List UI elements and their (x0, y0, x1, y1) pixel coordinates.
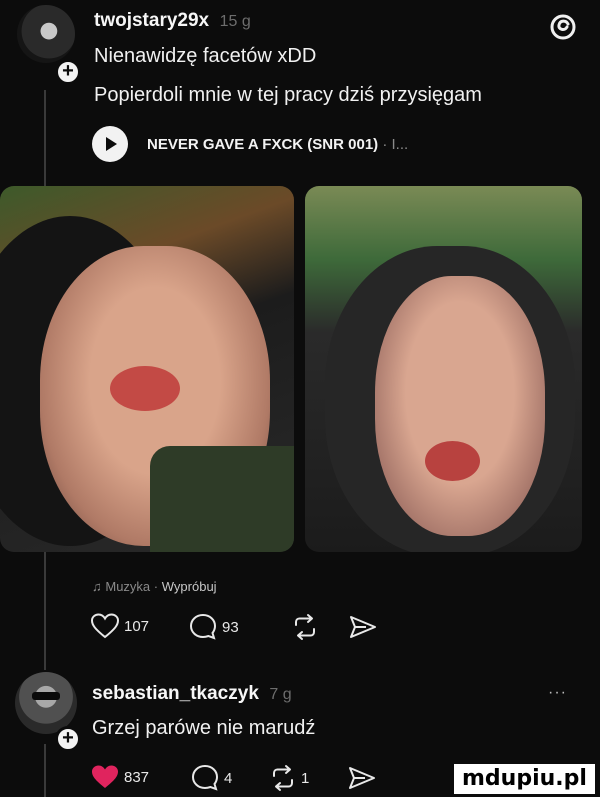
music-play-button[interactable] (92, 126, 128, 162)
play-icon (106, 137, 117, 151)
follow-plus-icon[interactable]: + (55, 726, 81, 752)
watermark: mdupiu.pl (454, 764, 595, 794)
sunglasses (32, 692, 60, 700)
repost-count: 1 (301, 769, 310, 787)
like-button[interactable]: 107 (90, 612, 149, 640)
send-icon (349, 767, 375, 789)
follow-plus-icon[interactable]: + (55, 59, 81, 85)
send-icon (350, 616, 376, 638)
music-label: Muzyka (105, 579, 151, 594)
share-button[interactable] (347, 764, 377, 797)
more-options-button[interactable]: ··· (548, 684, 567, 702)
avatar[interactable] (17, 5, 75, 63)
music-note-icon: ♫ (92, 579, 102, 594)
watermark-text: mdupiu.pl (462, 766, 587, 791)
post-time: 7 g (269, 686, 292, 703)
post-text-line-1: Nienawidzę facetów xDD (94, 45, 317, 67)
repost-button[interactable] (290, 613, 320, 646)
post-time: 15 g (219, 13, 251, 30)
face (375, 276, 545, 536)
comment-count: 93 (222, 618, 239, 636)
post-text-line-2: Popierdoli mnie w tej pracy dziś przysię… (94, 84, 482, 106)
music-suffix: · I... (382, 136, 409, 153)
comment-icon (189, 613, 217, 640)
repost-button[interactable]: 1 (268, 764, 309, 792)
music-title: NEVER GAVE A FXCK (SNR 001) (147, 136, 379, 153)
music-footer: ♫ Muzyka · Wypróbuj (92, 579, 217, 594)
jacket (150, 446, 294, 552)
heart-icon (90, 613, 120, 639)
username[interactable]: twojstary29x (94, 10, 209, 31)
like-count: 107 (124, 617, 150, 635)
avatar[interactable] (15, 672, 77, 734)
post-photo-1[interactable] (0, 186, 294, 552)
thread-line-2 (44, 744, 46, 797)
threads-logo-icon[interactable] (548, 12, 578, 42)
post-photo-2[interactable] (305, 186, 582, 552)
like-count: 837 (124, 768, 150, 786)
music-footer-sep: · (153, 579, 159, 594)
post-header: sebastian_tkaczyk 7 g (92, 683, 292, 705)
repost-icon (273, 765, 293, 791)
post-header: twojstary29x 15 g (94, 10, 251, 32)
mouth (425, 441, 480, 481)
lips (110, 366, 180, 411)
post-text: Grzej parówe nie marudź (92, 717, 316, 739)
comment-button[interactable]: 93 (188, 612, 239, 642)
comment-count: 4 (224, 769, 233, 787)
heart-filled-icon (92, 765, 118, 788)
repost-icon (295, 614, 315, 640)
music-title-row[interactable]: NEVER GAVE A FXCK (SNR 001) · I... (147, 136, 408, 153)
username[interactable]: sebastian_tkaczyk (92, 683, 259, 704)
comment-button[interactable]: 4 (190, 763, 232, 793)
try-link[interactable]: Wypróbuj (162, 579, 217, 594)
share-button[interactable] (348, 613, 378, 646)
like-button[interactable]: 837 (90, 763, 149, 791)
comment-icon (191, 764, 219, 791)
